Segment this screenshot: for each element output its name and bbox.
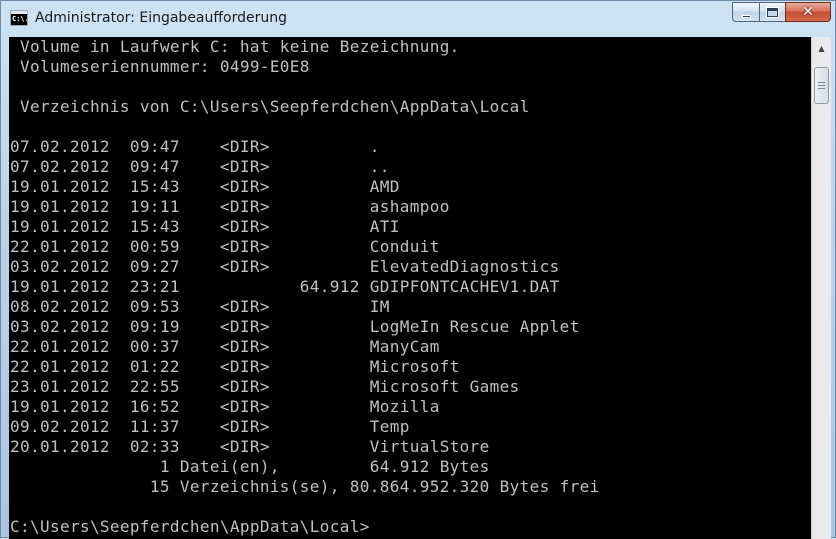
console-line: 19.01.2012 19:11 <DIR> ashampoo	[10, 197, 450, 216]
console-line: 07.02.2012 09:47 <DIR> .	[10, 137, 380, 156]
scrollbar-thumb[interactable]	[814, 67, 829, 104]
cmd-app-icon[interactable]: C:\.	[10, 10, 28, 26]
maximize-icon	[767, 7, 778, 17]
console-line: 23.01.2012 22:55 <DIR> Microsoft Games	[10, 377, 520, 396]
minimize-button[interactable]	[732, 2, 759, 22]
console-line: 20.01.2012 02:33 <DIR> VirtualStore	[10, 437, 490, 456]
maximize-button[interactable]	[759, 2, 785, 22]
console-text: Volume in Laufwerk C: hat keine Bezeichn…	[10, 37, 600, 537]
close-button[interactable]: ✕	[785, 2, 831, 22]
vertical-scrollbar[interactable]: ▲	[811, 37, 831, 539]
window-controls: ✕	[732, 2, 831, 22]
console-line: 22.01.2012 00:37 <DIR> ManyCam	[10, 337, 440, 356]
console-line: 19.01.2012 23:21 64.912 GDIPFONTCACHEV1.…	[10, 277, 560, 296]
console-line: 07.02.2012 09:47 <DIR> ..	[10, 157, 390, 176]
console-line: 09.02.2012 11:37 <DIR> Temp	[10, 417, 410, 436]
scroll-up-arrow-icon[interactable]: ▲	[813, 40, 830, 56]
console-line: C:\Users\Seepferdchen\AppData\Local>	[10, 517, 370, 536]
console-window: C:\. Administrator: Eingabeaufforderung …	[0, 0, 836, 539]
console-line: 19.01.2012 16:52 <DIR> Mozilla	[10, 397, 440, 416]
console-line: 19.01.2012 15:43 <DIR> AMD	[10, 177, 400, 196]
console-line: 08.02.2012 09:53 <DIR> IM	[10, 297, 390, 316]
console-line: Volume in Laufwerk C: hat keine Bezeichn…	[10, 37, 460, 56]
close-icon: ✕	[802, 4, 814, 20]
console-line: Verzeichnis von C:\Users\Seepferdchen\Ap…	[10, 97, 530, 116]
window-title: Administrator: Eingabeaufforderung	[35, 10, 287, 26]
console-line: 22.01.2012 00:59 <DIR> Conduit	[10, 237, 440, 256]
console-line: 22.01.2012 01:22 <DIR> Microsoft	[10, 357, 460, 376]
console-line: 19.01.2012 15:43 <DIR> ATI	[10, 217, 400, 236]
console-line: Volumeseriennummer: 0499-E0E8	[10, 57, 310, 76]
console-output-area[interactable]: Volume in Laufwerk C: hat keine Bezeichn…	[9, 37, 811, 539]
title-bar[interactable]: C:\. Administrator: Eingabeaufforderung …	[1, 1, 836, 37]
minimize-icon	[741, 14, 751, 18]
console-line: 15 Verzeichnis(se), 80.864.952.320 Bytes…	[10, 477, 600, 496]
console-line: 03.02.2012 09:19 <DIR> LogMeIn Rescue Ap…	[10, 317, 580, 336]
console-line: 03.02.2012 09:27 <DIR> ElevatedDiagnosti…	[10, 257, 560, 276]
console-line: 1 Datei(en), 64.912 Bytes	[10, 457, 490, 476]
